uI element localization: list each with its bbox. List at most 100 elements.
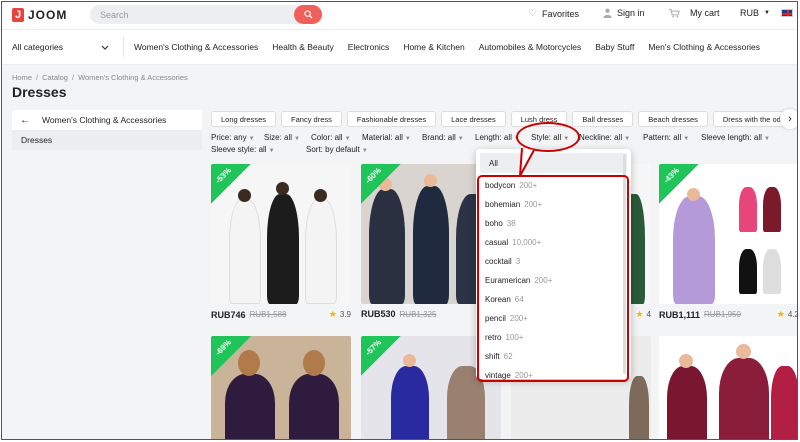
style-dropdown: All bodycon 200+ bohemian 200+ boho 38 casu… [476,149,631,380]
style-option[interactable]: retro 100+ [476,328,631,347]
chip-fancy-dress[interactable]: Fancy dress [281,111,342,127]
product-image[interactable]: -43% [659,164,797,304]
product-image[interactable]: -69% [211,336,351,439]
nav-link-womens[interactable]: Women's Clothing & Accessories [134,42,258,52]
uk-flag-icon[interactable] [781,9,793,17]
style-option[interactable]: vintage 200+ [476,366,631,385]
product-card[interactable]: -43% RUB1,111 RUB1,950 ★ 4.2 [659,164,797,320]
discount-badge: -69% [211,336,251,376]
breadcrumb-separator: / [71,73,75,82]
breadcrumb-home[interactable]: Home [12,73,32,82]
style-option[interactable]: boho 38 [476,214,631,233]
style-option-all[interactable]: All [480,153,627,173]
favorites-link[interactable]: ♡ Favorites [528,8,579,19]
all-categories-label: All categories [12,42,64,52]
product-rating: ★ 4.2 [777,309,797,320]
filter-neckline-label: Neckline: all [579,133,623,142]
sort-label: Sort: by default [306,145,360,154]
dress-figure [739,249,757,294]
caret-down-icon: ▼ [361,148,368,154]
dress-figure [229,199,261,304]
nav-link-health[interactable]: Health & Beauty [272,42,333,52]
style-option-count: 200+ [509,314,528,323]
style-option[interactable]: Korean 64 [476,290,631,309]
product-image[interactable] [659,336,797,439]
style-option-count: 62 [503,352,513,361]
product-card[interactable]: -69% [211,336,351,439]
nav-link-home[interactable]: Home & Kitchen [403,42,464,52]
cart-icon [669,8,680,18]
product-price-row: RUB746 RUB1,588 ★ 3.9 [211,309,351,320]
arrow-left-icon: ← [20,114,30,126]
product-price: RUB746 [211,309,246,320]
chip-beach-dresses[interactable]: Beach dresses [638,111,708,127]
product-card[interactable]: -53% RUB746 RUB1,588 ★ 3.9 [211,164,351,320]
chip-lush-dress[interactable]: Lush dress [510,111,568,127]
filter-sleeve-style[interactable]: Sleeve style: all ▼ [211,144,275,157]
discount-label: -53% [213,165,234,186]
logo[interactable]: J JOOM [12,7,67,22]
style-option-count: 10,000+ [512,238,542,247]
caret-down-icon: ▼ [683,136,690,142]
filter-sleeve-length[interactable]: Sleeve length: all ▼ [701,132,770,145]
dress-figure [763,249,781,294]
search-button[interactable] [294,5,322,24]
style-option-label: vintage [485,371,511,380]
style-option-count: 100+ [505,333,524,342]
filter-style[interactable]: Style: all ▼ [531,132,569,145]
filter-brand[interactable]: Brand: all ▼ [422,132,464,145]
style-option[interactable]: Euramerican 200+ [476,271,631,290]
breadcrumb-womens[interactable]: Women's Clothing & Accessories [78,73,188,82]
sidebar-item-dresses[interactable]: Dresses [12,130,202,150]
header: J JOOM ♡ Favorites Sign in My cart RUB ▼ [2,2,797,27]
dress-figure-head [314,189,327,202]
dropdown-scrollbar[interactable] [623,154,626,374]
discount-label: -60% [363,165,384,186]
dress-figure [289,374,339,439]
currency-selector[interactable]: RUB ▼ [740,8,770,18]
nav-link-electronics[interactable]: Electronics [348,42,390,52]
filter-length[interactable]: Length: all ▼ [475,132,520,145]
filter-material[interactable]: Material: all ▼ [362,132,411,145]
chip-lace-dresses[interactable]: Lace dresses [441,111,506,127]
style-option[interactable]: shift 62 [476,347,631,366]
nav-link-baby[interactable]: Baby Stuff [595,42,634,52]
nav-link-mens[interactable]: Men's Clothing & Accessories [648,42,760,52]
filter-neckline[interactable]: Neckline: all ▼ [579,132,630,145]
chip-fashionable-dresses[interactable]: Fashionable dresses [346,111,437,127]
all-categories-button[interactable]: All categories [12,37,124,57]
sort-selector[interactable]: Sort: by default ▼ [306,144,368,157]
chip-ball-dresses[interactable]: Ball dresses [572,111,634,127]
style-option-count: 200+ [519,181,538,190]
caret-down-icon: ▼ [248,136,255,142]
product-rating: ★ 4 [635,309,651,320]
style-option[interactable]: cocktail 3 [476,252,631,271]
sign-in-link[interactable]: Sign in [603,8,645,18]
chevron-right-icon[interactable]: › [780,109,797,129]
style-option-label: Korean [485,295,511,304]
style-option[interactable]: pencil 200+ [476,309,631,328]
caret-down-icon: ▼ [404,136,411,142]
dress-figure [667,366,707,439]
nav-link-auto[interactable]: Automobiles & Motorcycles [479,42,582,52]
style-option-label: Euramerican [485,276,531,285]
dress-figure [305,199,337,304]
sidebar-back-item[interactable]: ← Women's Clothing & Accessories [12,110,202,130]
product-image[interactable]: -53% [211,164,351,304]
chip-long-dresses[interactable]: Long dresses [211,111,277,127]
search-input[interactable] [90,9,294,20]
user-icon [603,8,612,18]
dress-figure [369,189,405,304]
catalog-page: Home / Catalog / Women's Clothing & Acce… [2,65,797,439]
product-card[interactable] [659,336,797,439]
cart-link[interactable]: My cart [669,8,720,18]
caret-down-icon: ▼ [513,136,520,142]
style-option[interactable]: bohemian 200+ [476,195,631,214]
filter-pattern[interactable]: Pattern: all ▼ [643,132,689,145]
style-option[interactable]: bodycon 200+ [476,176,631,195]
rating-value: 3.9 [339,310,351,319]
chip-dress-odd[interactable]: Dress with the odd [712,111,786,127]
filter-color-label: Color: all [311,133,343,142]
breadcrumb-catalog[interactable]: Catalog [42,73,68,82]
style-option[interactable]: casual 10,000+ [476,233,631,252]
